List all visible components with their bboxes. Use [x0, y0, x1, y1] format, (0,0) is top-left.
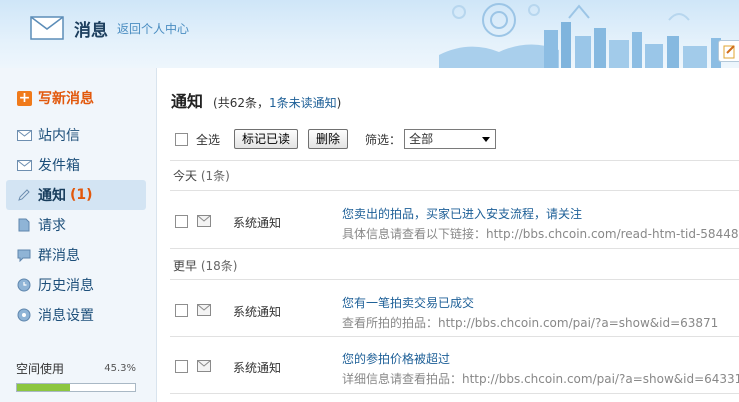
row-detail: 查看所拍的拍品：http://bbs.chcoin.com/pai/?a=sho… — [342, 316, 719, 330]
page-title: 消息 — [74, 21, 108, 41]
back-to-profile-link[interactable]: 返回个人中心 — [117, 20, 189, 37]
city-illustration-icon — [439, 3, 721, 68]
notification-panel: 通知 (共62条，1条未读通知) 全选 标记已读 删除 筛选： 全部 今天 (1… — [170, 68, 739, 402]
list-item[interactable]: 系统通知 您卖出的拍品，买家已进入安支流程，请关注 具体信息请查看以下链接：ht… — [170, 191, 739, 247]
envelope-icon — [197, 304, 211, 316]
sidebar-item-group-messages[interactable]: 群消息 — [6, 240, 146, 270]
clock-icon — [16, 277, 32, 293]
filter-selected-value: 全部 — [409, 132, 434, 146]
delete-button[interactable]: 删除 — [308, 129, 349, 149]
envelope-icon — [197, 215, 211, 227]
mark-read-button[interactable]: 标记已读 — [234, 129, 299, 149]
notification-summary: (共62条，1条未读通知) — [213, 94, 341, 111]
gear-icon — [16, 307, 32, 323]
row-detail: 具体信息请查看以下链接：http://bbs.chcoin.com/read-h… — [342, 227, 739, 241]
compose-label: 写新消息 — [38, 91, 94, 107]
chat-bubble-icon — [16, 247, 32, 263]
sidebar-item-outbox[interactable]: 发件箱 — [6, 150, 146, 180]
filter-select[interactable]: 全部 — [404, 129, 497, 149]
unread-notifications-link[interactable]: 1条未读通知 — [269, 96, 337, 110]
header: 消息 返回个人中心 — [0, 0, 739, 68]
mail-logo-icon — [30, 16, 64, 40]
row-checkbox[interactable] — [175, 304, 188, 317]
sidebar-nav: 站内信 发件箱 通知 (1) 请求 群消息 历史消息 消息设置 — [6, 120, 146, 330]
select-all-checkbox[interactable] — [175, 132, 188, 146]
compose-button[interactable]: + 写新消息 — [17, 88, 94, 108]
row-detail: 详细信息请查看拍品：http://bbs.chcoin.com/pai/?a=s… — [342, 372, 739, 386]
panel-heading: 通知 (共62条，1条未读通知) — [171, 88, 341, 112]
group-label-today: 今天 (1条) — [173, 167, 230, 184]
quota-progress-fill — [17, 384, 71, 391]
sidebar-item-settings[interactable]: 消息设置 — [6, 300, 146, 330]
summary-total: (共62条， — [213, 96, 269, 110]
sidebar-item-label: 消息设置 — [38, 308, 94, 324]
toolbar: 全选 标记已读 删除 筛选： 全部 — [170, 128, 497, 150]
plus-icon: + — [17, 89, 32, 106]
sidebar-item-label: 历史消息 — [38, 278, 94, 294]
summary-suffix: ) — [336, 96, 342, 110]
divider — [170, 248, 739, 249]
row-checkbox[interactable] — [175, 215, 188, 228]
row-subject-link[interactable]: 您的参拍价格被超过 — [342, 350, 450, 367]
group-count: (18条) — [200, 259, 238, 273]
sidebar-item-history[interactable]: 历史消息 — [6, 270, 146, 300]
document-icon — [16, 217, 32, 233]
row-sender: 系统通知 — [233, 361, 282, 375]
outbox-icon — [16, 157, 32, 173]
sidebar-item-inbox[interactable]: 站内信 — [6, 120, 146, 150]
quota-progress-bar — [16, 383, 136, 392]
sidebar-item-label: 请求 — [38, 218, 66, 234]
sidebar-item-label: 群消息 — [38, 248, 80, 264]
envelope-icon — [16, 127, 32, 143]
edit-tool-icon[interactable] — [718, 40, 739, 62]
sidebar-item-label: 通知 — [38, 188, 66, 204]
unread-count-badge: (1) — [70, 187, 93, 203]
chevron-down-icon — [482, 137, 491, 142]
divider — [170, 160, 739, 161]
quota-label: 空间使用 — [16, 362, 65, 376]
sidebar-item-label: 发件箱 — [38, 158, 80, 174]
sidebar-item-requests[interactable]: 请求 — [6, 210, 146, 240]
panel-title: 通知 — [171, 92, 204, 111]
row-subject-link[interactable]: 您卖出的拍品，买家已进入安支流程，请关注 — [342, 205, 582, 222]
sidebar-item-notifications[interactable]: 通知 (1) — [6, 180, 146, 210]
row-sender: 系统通知 — [233, 305, 282, 319]
select-all-label: 全选 — [196, 132, 221, 147]
divider — [170, 393, 739, 394]
storage-quota: 空间使用 45.3% — [16, 360, 136, 392]
list-item[interactable]: 系统通知 您有一笔拍卖交易已成交 查看所拍的拍品：http://bbs.chco… — [170, 280, 739, 336]
row-subject-link[interactable]: 您有一笔拍卖交易已成交 — [342, 294, 474, 311]
sidebar-item-label: 站内信 — [38, 128, 80, 144]
group-title: 今天 — [173, 169, 198, 183]
group-count: (1条) — [200, 169, 230, 183]
group-label-earlier: 更早 (18条) — [173, 257, 237, 274]
group-title: 更早 — [173, 259, 198, 273]
envelope-icon — [197, 360, 211, 372]
row-checkbox[interactable] — [175, 360, 188, 373]
filter-label: 筛选： — [365, 132, 402, 147]
sidebar: + 写新消息 站内信 发件箱 通知 (1) 请求 群消息 历史消息 消息设置 空… — [0, 68, 157, 402]
list-item[interactable]: 系统通知 您的参拍价格被超过 详细信息请查看拍品：http://bbs.chco… — [170, 336, 739, 392]
pencil-icon — [16, 187, 32, 203]
row-sender: 系统通知 — [233, 216, 282, 230]
quota-percent: 45.3% — [104, 363, 136, 374]
